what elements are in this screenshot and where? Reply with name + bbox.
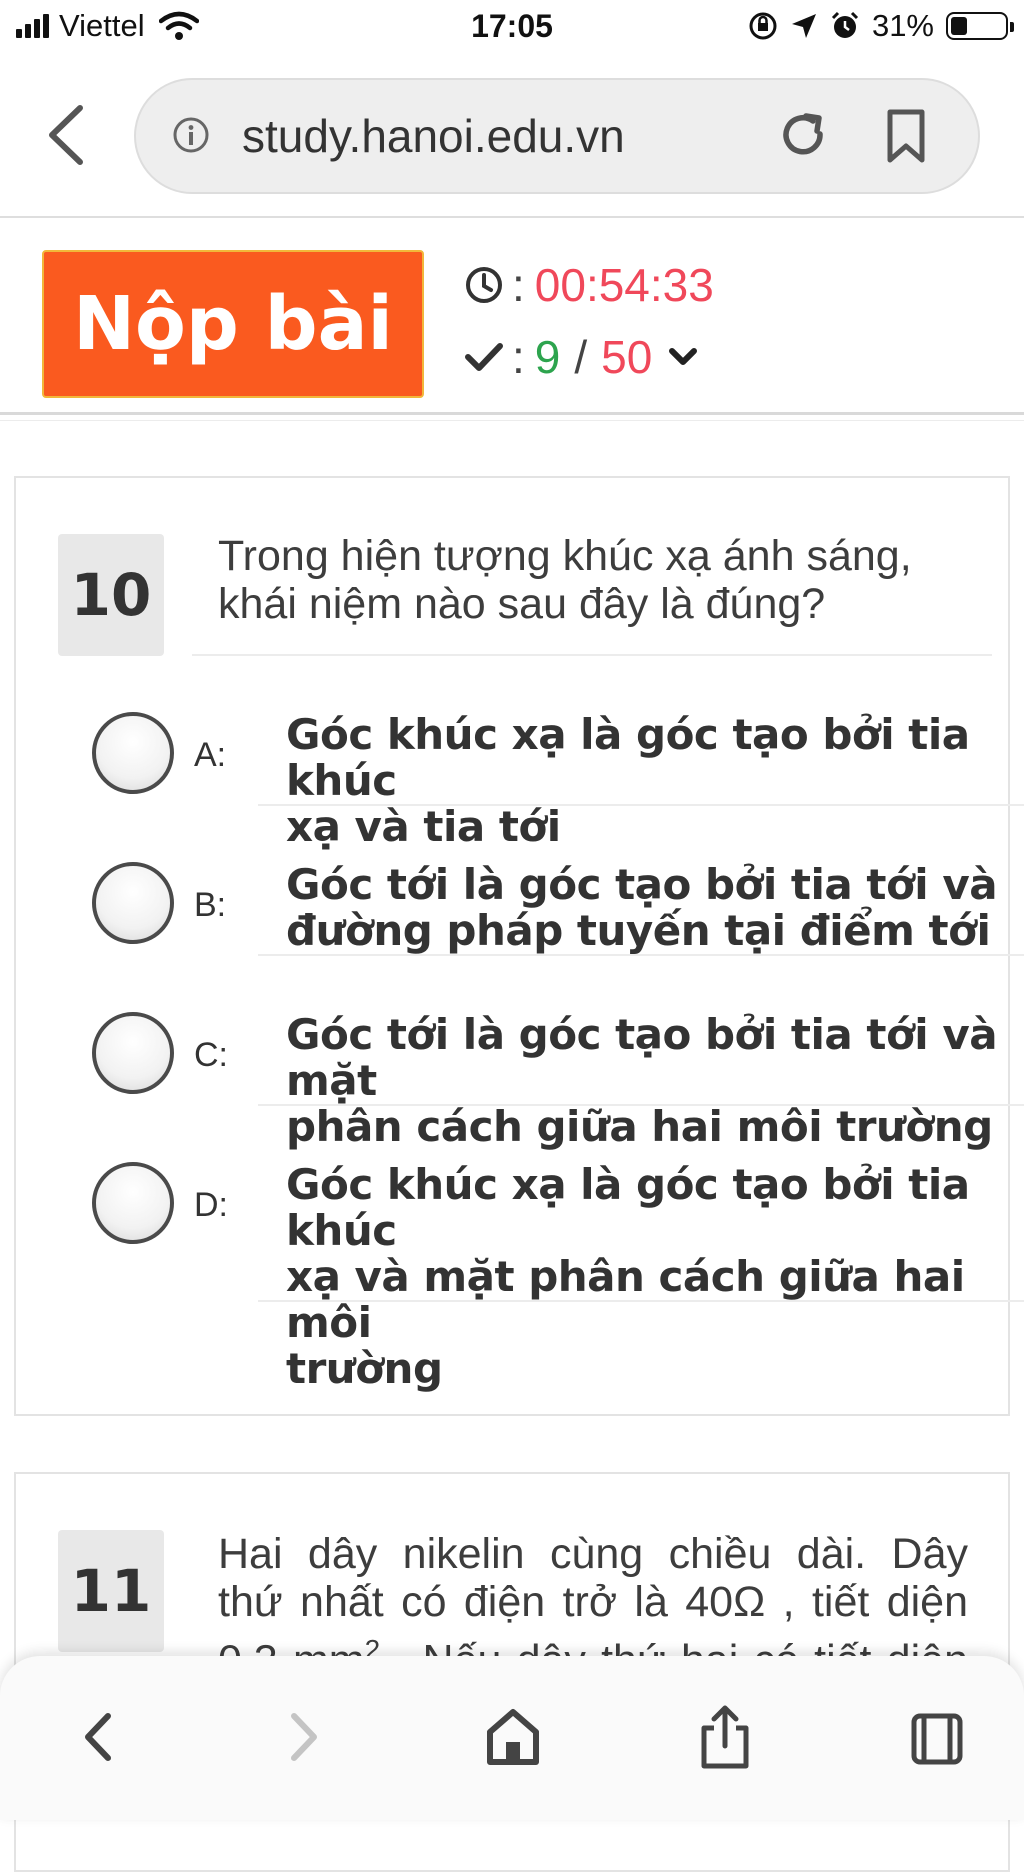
question-text-line: khái niệm nào sau đây là đúng? [218, 580, 826, 628]
back-icon[interactable] [66, 1702, 136, 1772]
tabs-icon[interactable] [902, 1702, 972, 1772]
browser-toolbar [0, 1656, 1024, 1820]
submit-button[interactable]: Nộp bài [42, 250, 424, 398]
reload-icon[interactable] [776, 108, 832, 164]
divider [0, 216, 1024, 218]
status-right: 31% [748, 8, 1014, 44]
timer: : 00:54:33 [464, 258, 714, 312]
option-divider [258, 954, 1024, 956]
home-icon[interactable] [478, 1702, 548, 1772]
chevron-down-icon[interactable] [666, 340, 700, 374]
bookmark-icon[interactable] [882, 108, 930, 164]
url-text[interactable]: study.hanoi.edu.vn [242, 109, 625, 163]
option-text-line: xạ và tia tới [286, 802, 561, 851]
question-divider [192, 654, 992, 656]
option-divider [258, 804, 1024, 806]
timer-value: 00:54:33 [534, 259, 714, 311]
forward-icon[interactable] [266, 1702, 336, 1772]
progress-counter[interactable]: : 9 / 50 [464, 330, 700, 384]
option-divider [258, 1300, 1024, 1302]
answered-count: 9 [534, 331, 561, 383]
option-b-letter: B: [194, 886, 227, 924]
option-a-radio[interactable] [92, 712, 174, 794]
header-divider-light [0, 420, 1024, 421]
question-number: 10 [58, 534, 164, 656]
question-text: Trong hiện tượng khúc xạ ánh sáng, khái … [218, 532, 912, 628]
check-icon [465, 343, 503, 371]
header-divider [0, 412, 1024, 415]
option-a-letter: A: [194, 736, 227, 774]
option-text-line: Góc khúc xạ là góc tạo bởi tia khúc [286, 710, 970, 805]
question-text-line: Hai dây nikelin cùng chiều dài. Dây [218, 1530, 968, 1578]
option-c-letter: C: [194, 1036, 228, 1074]
timer-separator: : [512, 259, 525, 311]
option-c-radio[interactable] [92, 1012, 174, 1094]
option-c-text[interactable]: Góc tới là góc tạo bởi tia tới và mặt ph… [286, 1012, 1024, 1150]
progress-slash: / [574, 331, 588, 383]
option-d-text[interactable]: Góc khúc xạ là góc tạo bởi tia khúc xạ v… [286, 1162, 1024, 1392]
battery-percent: 31% [871, 8, 934, 43]
battery-icon [946, 12, 1014, 40]
info-icon[interactable] [172, 116, 210, 154]
option-text-line: trường [286, 1344, 443, 1393]
question-text-line: Trong hiện tượng khúc xạ ánh sáng, [218, 532, 912, 580]
battery-level [951, 17, 968, 35]
option-text-line: Góc tới là góc tạo bởi tia tới và [286, 860, 998, 909]
clock-icon [466, 267, 502, 303]
location-icon [791, 14, 816, 38]
option-b-text[interactable]: Góc tới là góc tạo bởi tia tới và đường … [286, 860, 998, 955]
back-chevron-icon[interactable] [38, 100, 98, 170]
option-a-text[interactable]: Góc khúc xạ là góc tạo bởi tia khúc xạ v… [286, 712, 1024, 850]
status-bar: Viettel 17:05 31% [0, 0, 1024, 58]
option-d-letter: D: [194, 1186, 228, 1224]
question-number: 11 [58, 1530, 164, 1652]
share-icon[interactable] [690, 1702, 760, 1772]
option-text-line: Góc tới là góc tạo bởi tia tới và mặt [286, 1010, 998, 1105]
option-divider [258, 1104, 1024, 1106]
question-text-line: thứ nhất có điện trở là 40Ω , tiết diện [218, 1578, 968, 1626]
option-text-line: đường pháp tuyến tại điểm tới [286, 906, 991, 955]
progress-separator: : [512, 331, 525, 383]
option-text-line: phân cách giữa hai môi trường [286, 1102, 993, 1151]
total-count: 50 [601, 331, 653, 383]
alarm-icon [831, 11, 859, 38]
option-text-line: Góc khúc xạ là góc tạo bởi tia khúc [286, 1160, 970, 1255]
option-d-radio[interactable] [92, 1162, 174, 1244]
address-bar[interactable]: study.hanoi.edu.vn [134, 78, 980, 194]
orientation-lock-icon [749, 12, 777, 40]
option-b-radio[interactable] [92, 862, 174, 944]
